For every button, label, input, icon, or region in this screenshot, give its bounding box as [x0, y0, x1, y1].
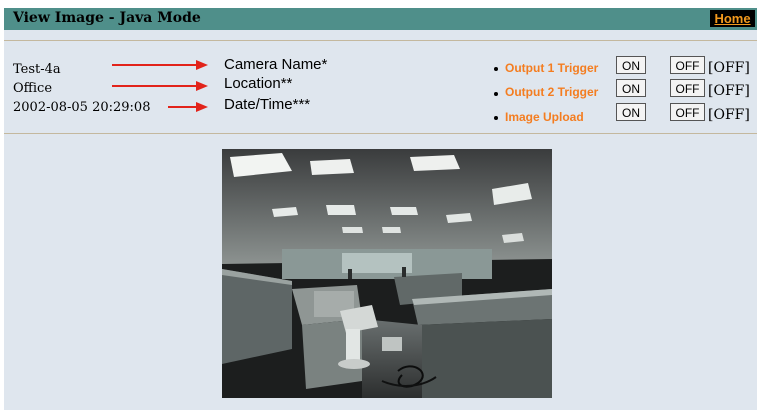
- page-title: View Image - Java Mode: [13, 10, 201, 26]
- image-upload-state: [OFF]: [708, 107, 750, 123]
- image-upload-label: Image Upload: [505, 110, 584, 124]
- output-2-trigger-label: Output 2 Trigger: [505, 85, 599, 99]
- output-1-off-button[interactable]: OFF: [670, 56, 705, 74]
- datetime-value: 2002-08-05 20:29:08: [13, 100, 151, 115]
- page-frame: View Image - Java Mode Home Test-4a Offi…: [4, 8, 757, 410]
- arrow-right-icon: [112, 81, 208, 91]
- middle-divider: [4, 133, 757, 134]
- title-bar: View Image - Java Mode Home: [4, 8, 757, 30]
- output-2-on-button[interactable]: ON: [616, 79, 646, 97]
- output-2-state: [OFF]: [708, 83, 750, 99]
- arrow-right-icon: [168, 102, 208, 112]
- camera-name-value: Test-4a: [13, 62, 61, 77]
- bullet-icon: [494, 92, 498, 96]
- output-1-on-button[interactable]: ON: [616, 56, 646, 74]
- output-1-state: [OFF]: [708, 60, 750, 76]
- image-upload-off-button[interactable]: OFF: [670, 103, 705, 121]
- location-value: Office: [13, 81, 53, 96]
- home-link[interactable]: Home: [710, 10, 755, 27]
- datetime-label: Date/Time***: [224, 96, 311, 113]
- top-divider: [4, 40, 757, 41]
- camera-name-label: Camera Name*: [224, 56, 328, 73]
- bullet-icon: [494, 116, 498, 120]
- output-1-trigger-label: Output 1 Trigger: [505, 61, 599, 75]
- location-label: Location**: [224, 75, 293, 92]
- camera-image: [222, 149, 552, 398]
- arrow-right-icon: [112, 60, 208, 70]
- output-2-off-button[interactable]: OFF: [670, 79, 705, 97]
- bullet-icon: [494, 67, 498, 71]
- image-upload-on-button[interactable]: ON: [616, 103, 646, 121]
